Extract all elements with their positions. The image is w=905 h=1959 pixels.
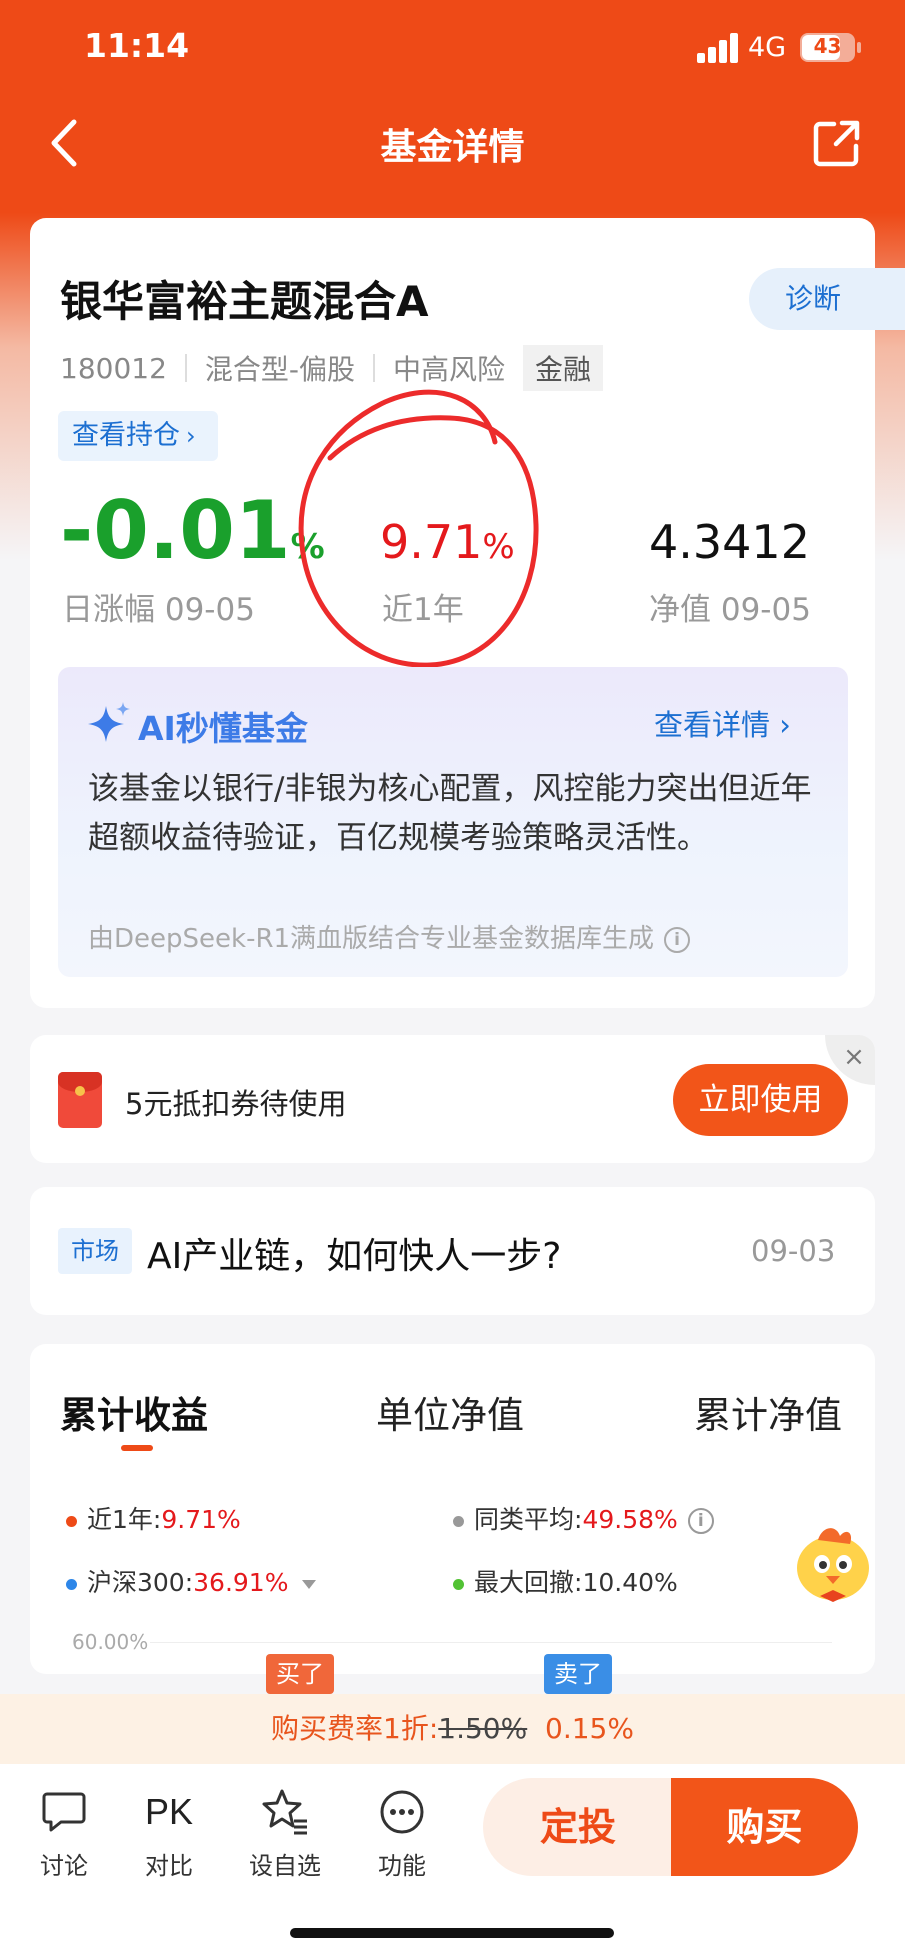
- chick-mascot-icon[interactable]: [788, 1518, 878, 1608]
- ai-view-details-link[interactable]: 查看详情 ›: [654, 702, 791, 744]
- compare-label: 对比: [145, 1852, 193, 1880]
- legend-dot: [453, 1578, 464, 1590]
- buy-marker[interactable]: 买了: [266, 1654, 334, 1694]
- legend-dot: [453, 1515, 464, 1527]
- ai-summary-text: 该基金以银行/非银为核心配置，风控能力突出但近年超额收益待验证，百亿规模考验策略…: [88, 771, 812, 856]
- day-change-label: 日涨幅 09-05: [62, 592, 255, 628]
- discuss-label: 讨论: [40, 1852, 88, 1880]
- legend-dot: [66, 1578, 77, 1590]
- hand-drawn-circle-annotation: [298, 389, 539, 668]
- battery-level: 43: [813, 34, 842, 58]
- y-axis-top-label: 60.00%: [72, 1630, 149, 1654]
- caret-down-icon[interactable]: [302, 1579, 317, 1589]
- page-title: 基金详情: [380, 127, 525, 168]
- legend-hs300-value: 36.91%: [193, 1568, 289, 1597]
- auto-invest-button[interactable]: 定投: [483, 1778, 673, 1876]
- legend-hs300[interactable]: 沪深300:36.91%: [66, 1563, 317, 1599]
- fund-name: 银华富裕主题混合A: [60, 277, 429, 326]
- coupon-text: 5元抵扣券待使用: [125, 1087, 347, 1121]
- tab-cumulative-nav[interactable]: 累计净值: [694, 1385, 842, 1439]
- functions-label: 功能: [378, 1852, 426, 1880]
- fee-discount: 0.15%: [545, 1712, 634, 1745]
- legend-peer-value: 49.58%: [582, 1505, 678, 1534]
- fee-discount-bar: 购买费率1折:1.50% 0.15%: [0, 1694, 905, 1764]
- status-time: 11:14: [84, 26, 190, 65]
- chevron-right-icon: ›: [779, 708, 791, 742]
- ai-summary-title: AI秒懂基金: [138, 709, 308, 748]
- share-icon[interactable]: [812, 118, 862, 168]
- add-watchlist-label: 设自选: [249, 1852, 321, 1880]
- divider: [373, 354, 375, 382]
- divider: [184, 354, 187, 382]
- fee-label: 购买费率1折:: [271, 1712, 439, 1745]
- nav-label: 净值 09-05: [649, 592, 811, 628]
- fee-original: 1.50%: [438, 1712, 528, 1745]
- compare-button[interactable]: PK 对比: [124, 1784, 214, 1881]
- add-watchlist-button[interactable]: 设自选: [240, 1784, 330, 1881]
- view-holdings-label: 查看持仓: [72, 420, 180, 451]
- tab-unit-nav[interactable]: 单位净值: [376, 1385, 524, 1439]
- network-type: 4G: [748, 32, 787, 63]
- legend-drawdown-value: 10.40%: [582, 1568, 678, 1597]
- functions-button[interactable]: 功能: [357, 1784, 447, 1881]
- ai-source-note: 由DeepSeek-R1满血版结合专业基金数据库生成 i: [88, 918, 691, 955]
- legend-year-label: 近1年:: [87, 1505, 162, 1534]
- ai-source-text: 由DeepSeek-R1满血版结合专业基金数据库生成: [88, 924, 655, 954]
- nav-value: 4.3412: [649, 515, 810, 569]
- legend-hs300-label: 沪深300:: [87, 1568, 194, 1597]
- red-envelope-icon: [58, 1072, 102, 1128]
- buy-button[interactable]: 购买: [671, 1778, 858, 1876]
- star-list-icon: [262, 1789, 307, 1835]
- chat-bubble-icon: [42, 1792, 86, 1832]
- chevron-right-icon: ›: [186, 422, 196, 450]
- news-date: 09-03: [751, 1234, 836, 1268]
- legend-year: 近1年:9.71%: [66, 1500, 241, 1536]
- news-title[interactable]: AI产业链，如何快人一步?: [147, 1227, 561, 1279]
- legend-dot: [66, 1515, 77, 1527]
- info-icon[interactable]: i: [664, 926, 691, 953]
- legend-max-drawdown: 最大回撤:10.40%: [453, 1563, 678, 1599]
- discuss-button[interactable]: 讨论: [19, 1784, 109, 1881]
- battery-icon: 43: [800, 33, 861, 62]
- day-change: -0.01%: [60, 486, 325, 592]
- legend-peer-label: 同类平均:: [474, 1505, 583, 1534]
- use-coupon-button[interactable]: 立即使用: [673, 1064, 848, 1136]
- active-tab-indicator: [121, 1445, 153, 1451]
- legend-drawdown-label: 最大回撤:: [474, 1568, 583, 1597]
- grid-line: [150, 1642, 832, 1643]
- view-holdings-link[interactable]: 查看持仓 ›: [58, 411, 218, 461]
- more-icon: [380, 1790, 424, 1834]
- ai-view-details-label: 查看详情: [654, 708, 771, 742]
- legend-peer-average: 同类平均:49.58% i: [453, 1500, 714, 1536]
- diagnose-button[interactable]: 诊断: [749, 268, 905, 330]
- fund-code: 180012: [60, 351, 167, 385]
- legend-year-value: 9.71%: [161, 1505, 241, 1534]
- info-icon[interactable]: i: [687, 1508, 714, 1534]
- signal-icon: [697, 33, 739, 63]
- day-change-value: -0.01: [60, 484, 291, 577]
- sparkle-icon: [88, 702, 130, 742]
- home-indicator: [290, 1928, 614, 1938]
- pk-icon: PK: [144, 1791, 194, 1832]
- sell-marker[interactable]: 卖了: [544, 1654, 612, 1694]
- news-tag: 市场: [58, 1228, 132, 1274]
- tab-cumulative-return[interactable]: 累计收益: [60, 1385, 208, 1439]
